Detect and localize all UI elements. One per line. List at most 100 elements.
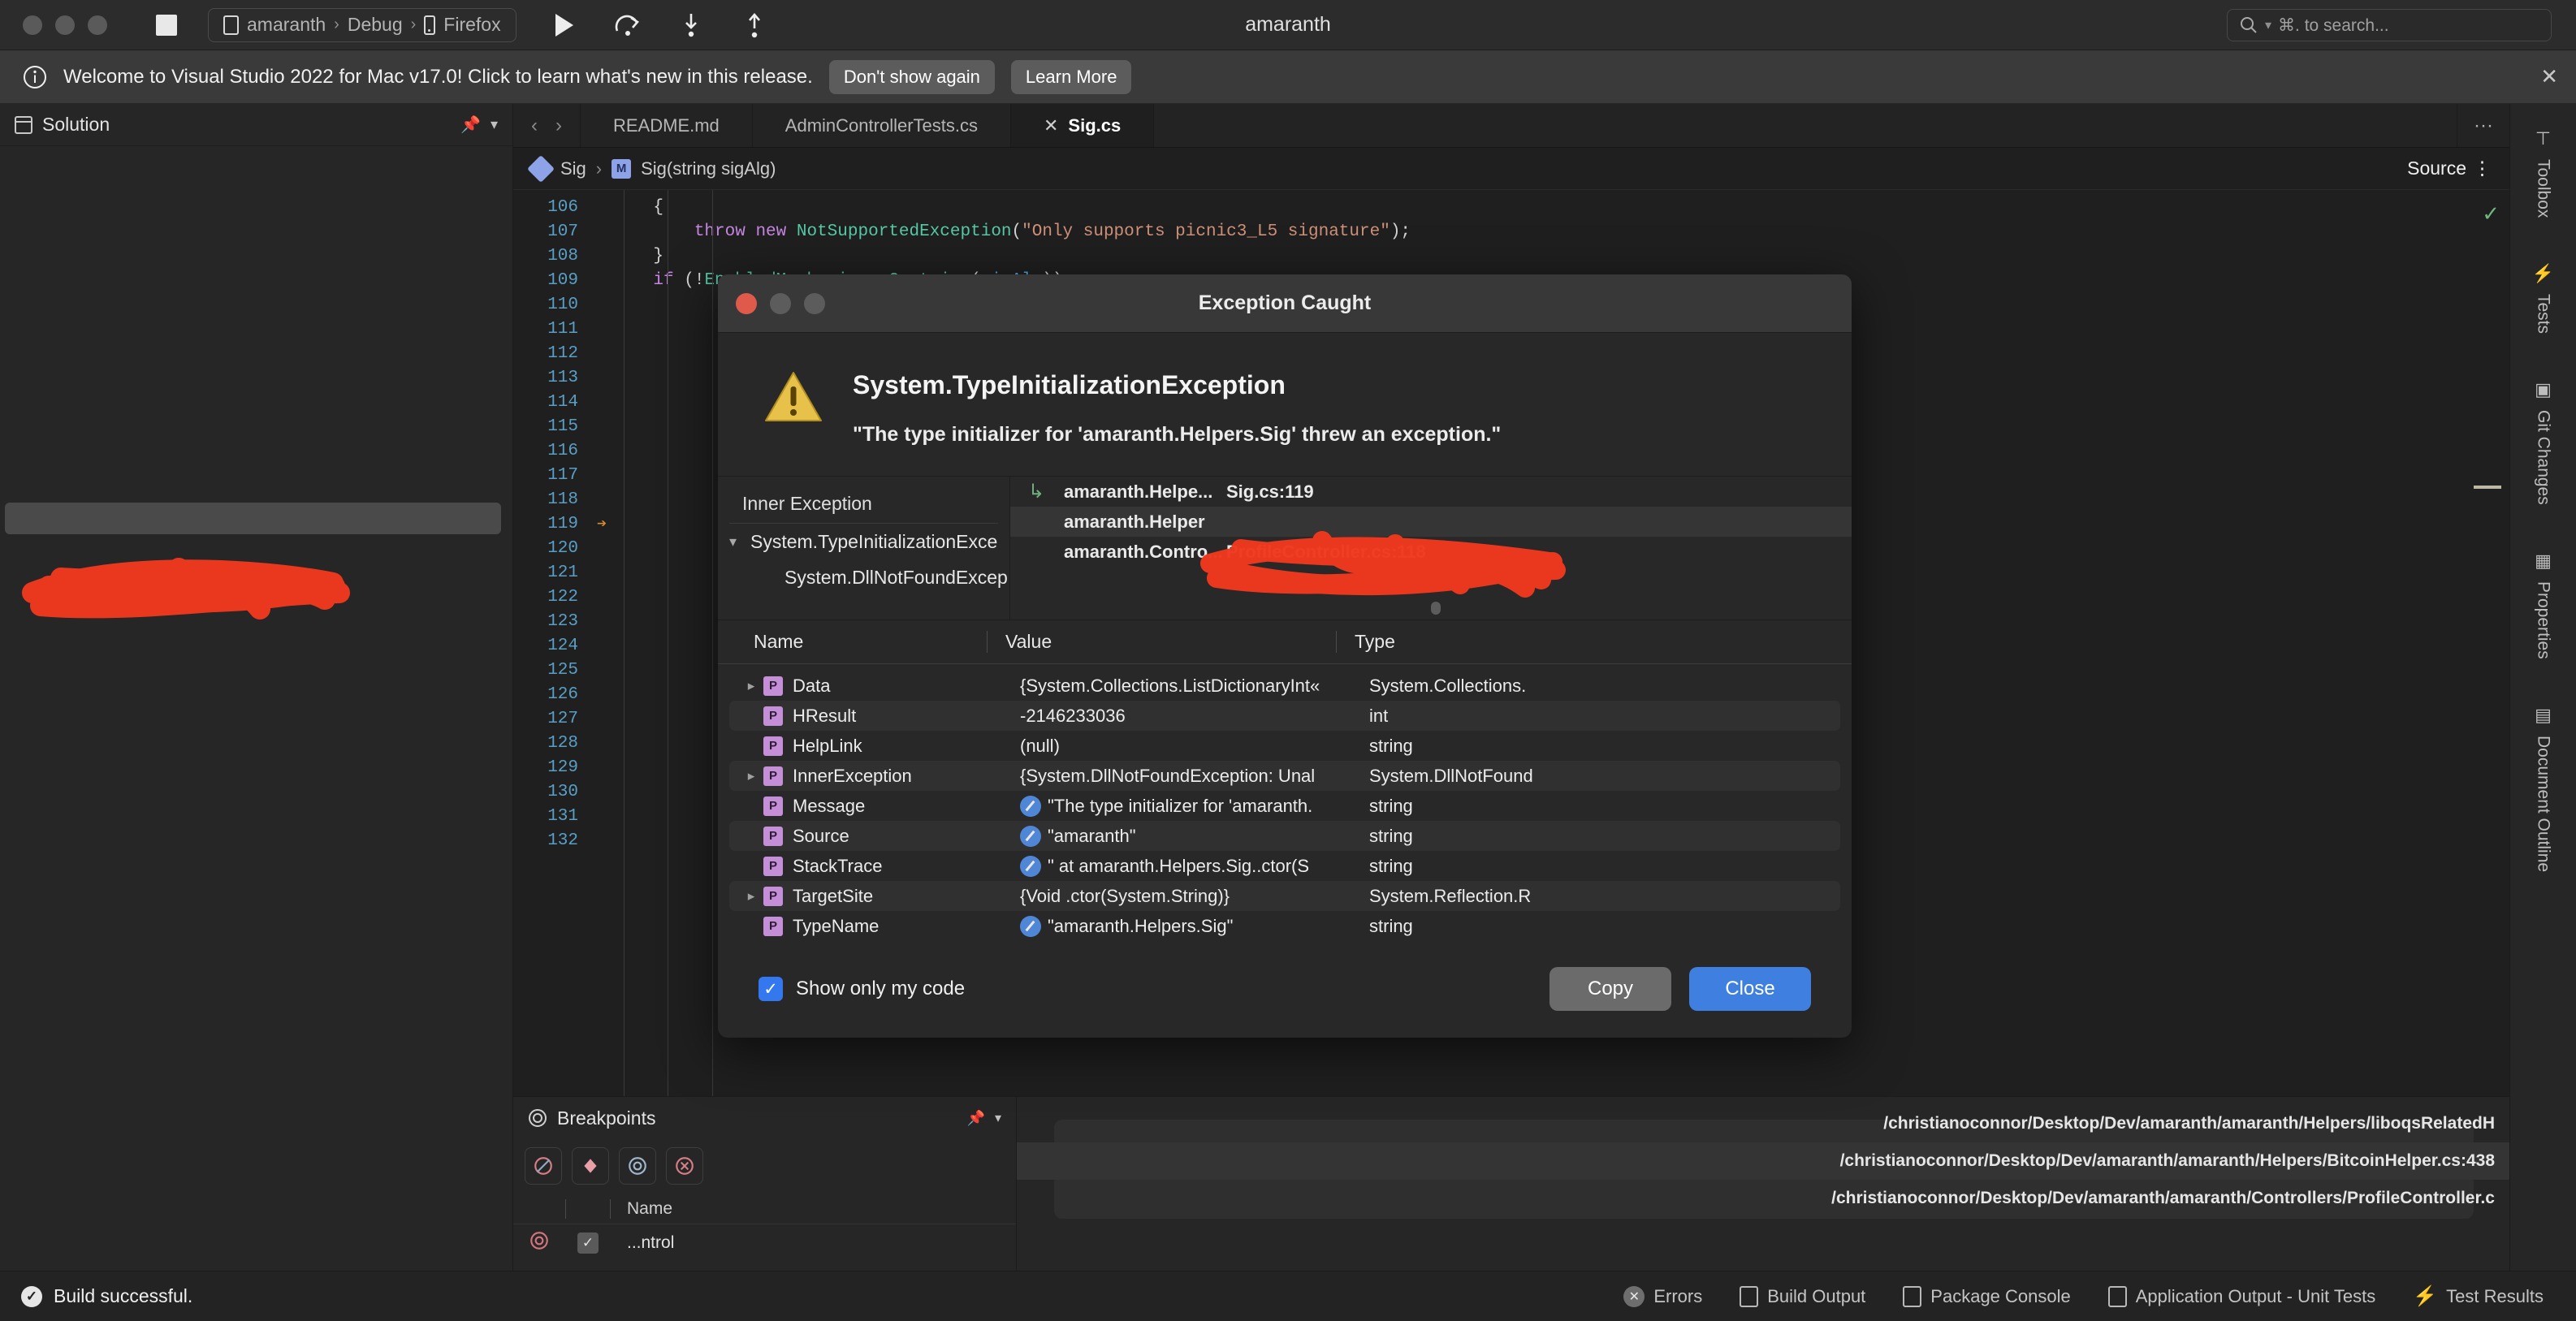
tree-item[interactable] — [0, 693, 512, 724]
tree-item[interactable] — [0, 1104, 512, 1136]
property-expander-icon[interactable]: ▸ — [739, 678, 763, 694]
remove-breakpoint-icon[interactable] — [666, 1147, 703, 1185]
tree-item[interactable] — [0, 946, 512, 978]
new-breakpoint-icon[interactable] — [572, 1147, 609, 1185]
stop-button[interactable] — [156, 14, 177, 36]
edit-pencil-icon[interactable] — [1020, 855, 1041, 877]
property-row[interactable]: P Source "amaranth" string — [729, 821, 1840, 851]
tree-item[interactable] — [0, 978, 512, 1009]
show-only-my-code-checkbox[interactable]: ✓ — [759, 977, 783, 1001]
tree-item[interactable] — [0, 218, 512, 249]
search-input[interactable]: ▾ ⌘. to search... — [2227, 9, 2552, 41]
close-button[interactable]: Close — [1689, 967, 1811, 1011]
tree-item[interactable] — [0, 788, 512, 819]
pin-pad-icon[interactable]: 📌 — [460, 114, 481, 135]
property-expander-icon[interactable]: ▸ — [739, 888, 763, 904]
dialog-stack-frame-row[interactable]: amaranth.Contro... ProfileController.cs:1… — [1010, 537, 1852, 567]
tree-item[interactable] — [0, 914, 512, 946]
tree-item[interactable] — [0, 344, 512, 376]
toggle-breakpoint-icon[interactable] — [525, 1147, 562, 1185]
nav-forward-icon[interactable]: › — [555, 114, 562, 137]
property-row[interactable]: ▸ P TargetSite {Void .ctor(System.String)} S… — [729, 881, 1840, 911]
stack-path-row[interactable]: /christianoconnor/Desktop/Dev/amaranth/a… — [1017, 1142, 2509, 1180]
editor-tab[interactable]: AdminControllerTests.cs — [753, 104, 1011, 147]
status-bar-tab[interactable]: Application Output - Unit Tests — [2107, 1285, 2375, 1307]
step-out-icon[interactable] — [741, 11, 768, 39]
tree-item[interactable] — [0, 1073, 512, 1104]
property-row[interactable]: P HelpLink (null) string — [729, 731, 1840, 761]
rail-item-toolbox[interactable]: ⊤ Toolbox — [2534, 128, 2553, 218]
rail-item-document-outline[interactable]: ▤ Document Outline — [2534, 705, 2553, 872]
pad-menu-chevron-down-icon[interactable]: ▾ — [491, 116, 498, 133]
close-tab-icon[interactable]: ✕ — [1044, 115, 1058, 136]
property-row[interactable]: ▸ P Data {System.Collections.ListDictionary… — [729, 671, 1840, 701]
property-row[interactable]: P HResult -2146233036 int — [729, 701, 1840, 731]
edit-pencil-icon[interactable] — [1020, 915, 1041, 937]
step-into-icon[interactable] — [677, 11, 705, 39]
editor-tab[interactable]: ✕ Sig.cs — [1010, 104, 1155, 147]
tree-item[interactable] — [0, 661, 512, 693]
tree-item[interactable] — [0, 1136, 512, 1168]
tree-item[interactable] — [0, 1199, 512, 1231]
tree-item[interactable] — [0, 756, 512, 788]
tree-item[interactable] — [0, 154, 512, 186]
tree-item[interactable] — [0, 1041, 512, 1073]
run-configuration-selector[interactable]: amaranth › Debug › Firefox — [208, 7, 516, 42]
code-line[interactable]: 106 { — [513, 195, 2509, 219]
editor-tab[interactable]: README.md — [581, 104, 753, 147]
property-row[interactable]: P Message "The type initializer for 'amara… — [729, 791, 1840, 821]
copy-button[interactable]: Copy — [1549, 967, 1671, 1011]
dialog-stack-frame-row[interactable]: ↳ amaranth.Helpe... Sig.cs:119 — [1010, 477, 1852, 507]
code-line[interactable]: 108 } — [513, 244, 2509, 268]
property-row[interactable]: P TypeName "amaranth.Helpers.Sig" string — [729, 911, 1840, 940]
tree-item[interactable] — [0, 566, 512, 598]
tree-item[interactable] — [0, 629, 512, 661]
minimize-window-button[interactable] — [55, 15, 75, 35]
breadcrumb-member[interactable]: Sig(string sigAlg) — [641, 158, 776, 179]
maximize-window-button[interactable] — [88, 15, 107, 35]
tree-item-selected[interactable] — [5, 503, 501, 534]
stack-path-row[interactable]: /christianoconnor/Desktop/Dev/amaranth/a… — [1017, 1180, 2509, 1217]
rail-item-tests[interactable]: ⚡ Tests — [2532, 263, 2554, 334]
run-button[interactable] — [551, 11, 578, 39]
breakpoint-row[interactable]: ✓ ...ntrol — [513, 1224, 1016, 1262]
stack-scroll-indicator[interactable] — [1431, 602, 1441, 615]
learn-more-button[interactable]: Learn More — [1010, 59, 1132, 94]
status-bar-tab[interactable]: ✕ Errors — [1623, 1285, 1702, 1307]
tree-item[interactable] — [0, 471, 512, 503]
tree-item[interactable] — [0, 598, 512, 629]
property-expander-icon[interactable]: ▸ — [739, 768, 763, 784]
rail-item-git-changes[interactable]: ▣ Git Changes — [2534, 379, 2553, 505]
breakpoint-enabled-checkbox[interactable]: ✓ — [577, 1233, 599, 1254]
breakpoints-menu-chevron-down-icon[interactable]: ▾ — [995, 1110, 1001, 1126]
step-over-icon[interactable] — [614, 11, 642, 39]
tree-item[interactable] — [0, 186, 512, 218]
edit-pencil-icon[interactable] — [1020, 825, 1041, 847]
source-selector[interactable]: Source ⋮ — [2407, 158, 2492, 179]
close-window-button[interactable] — [23, 15, 42, 35]
tree-item[interactable] — [0, 281, 512, 313]
tree-item[interactable] — [0, 249, 512, 281]
tree-item[interactable] — [0, 851, 512, 883]
tree-item[interactable] — [0, 1168, 512, 1199]
rail-item-properties[interactable]: ▦ Properties — [2534, 550, 2553, 659]
tab-overflow-icon[interactable]: ··· — [2457, 104, 2509, 147]
status-bar-tab[interactable]: Package Console — [1903, 1285, 2071, 1307]
tree-item[interactable] — [0, 819, 512, 851]
tree-item[interactable] — [0, 313, 512, 344]
tree-item[interactable] — [0, 534, 512, 566]
nav-back-icon[interactable]: ‹ — [531, 114, 538, 137]
inner-exception-item[interactable]: ▾ System.TypeInitializationExce — [718, 524, 1009, 559]
property-row[interactable]: P StackTrace " at amaranth.Helpers.Sig..ct… — [729, 851, 1840, 881]
dont-show-again-button[interactable]: Don't show again — [828, 59, 995, 94]
tree-item[interactable] — [0, 376, 512, 408]
tree-item[interactable] — [0, 724, 512, 756]
property-row[interactable]: ▸ P InnerException {System.DllNotFoundExcep… — [729, 761, 1840, 791]
tree-item[interactable] — [0, 1009, 512, 1041]
status-bar-tab[interactable]: Build Output — [1740, 1285, 1865, 1307]
stack-path-row[interactable]: /christianoconnor/Desktop/Dev/amaranth/a… — [1017, 1105, 2509, 1142]
dialog-stack-frame-row[interactable]: amaranth.Helper — [1010, 507, 1852, 537]
pin-breakpoints-icon[interactable]: 📌 — [967, 1110, 985, 1127]
tree-item[interactable] — [0, 439, 512, 471]
close-notification-icon[interactable]: ✕ — [2540, 64, 2558, 89]
